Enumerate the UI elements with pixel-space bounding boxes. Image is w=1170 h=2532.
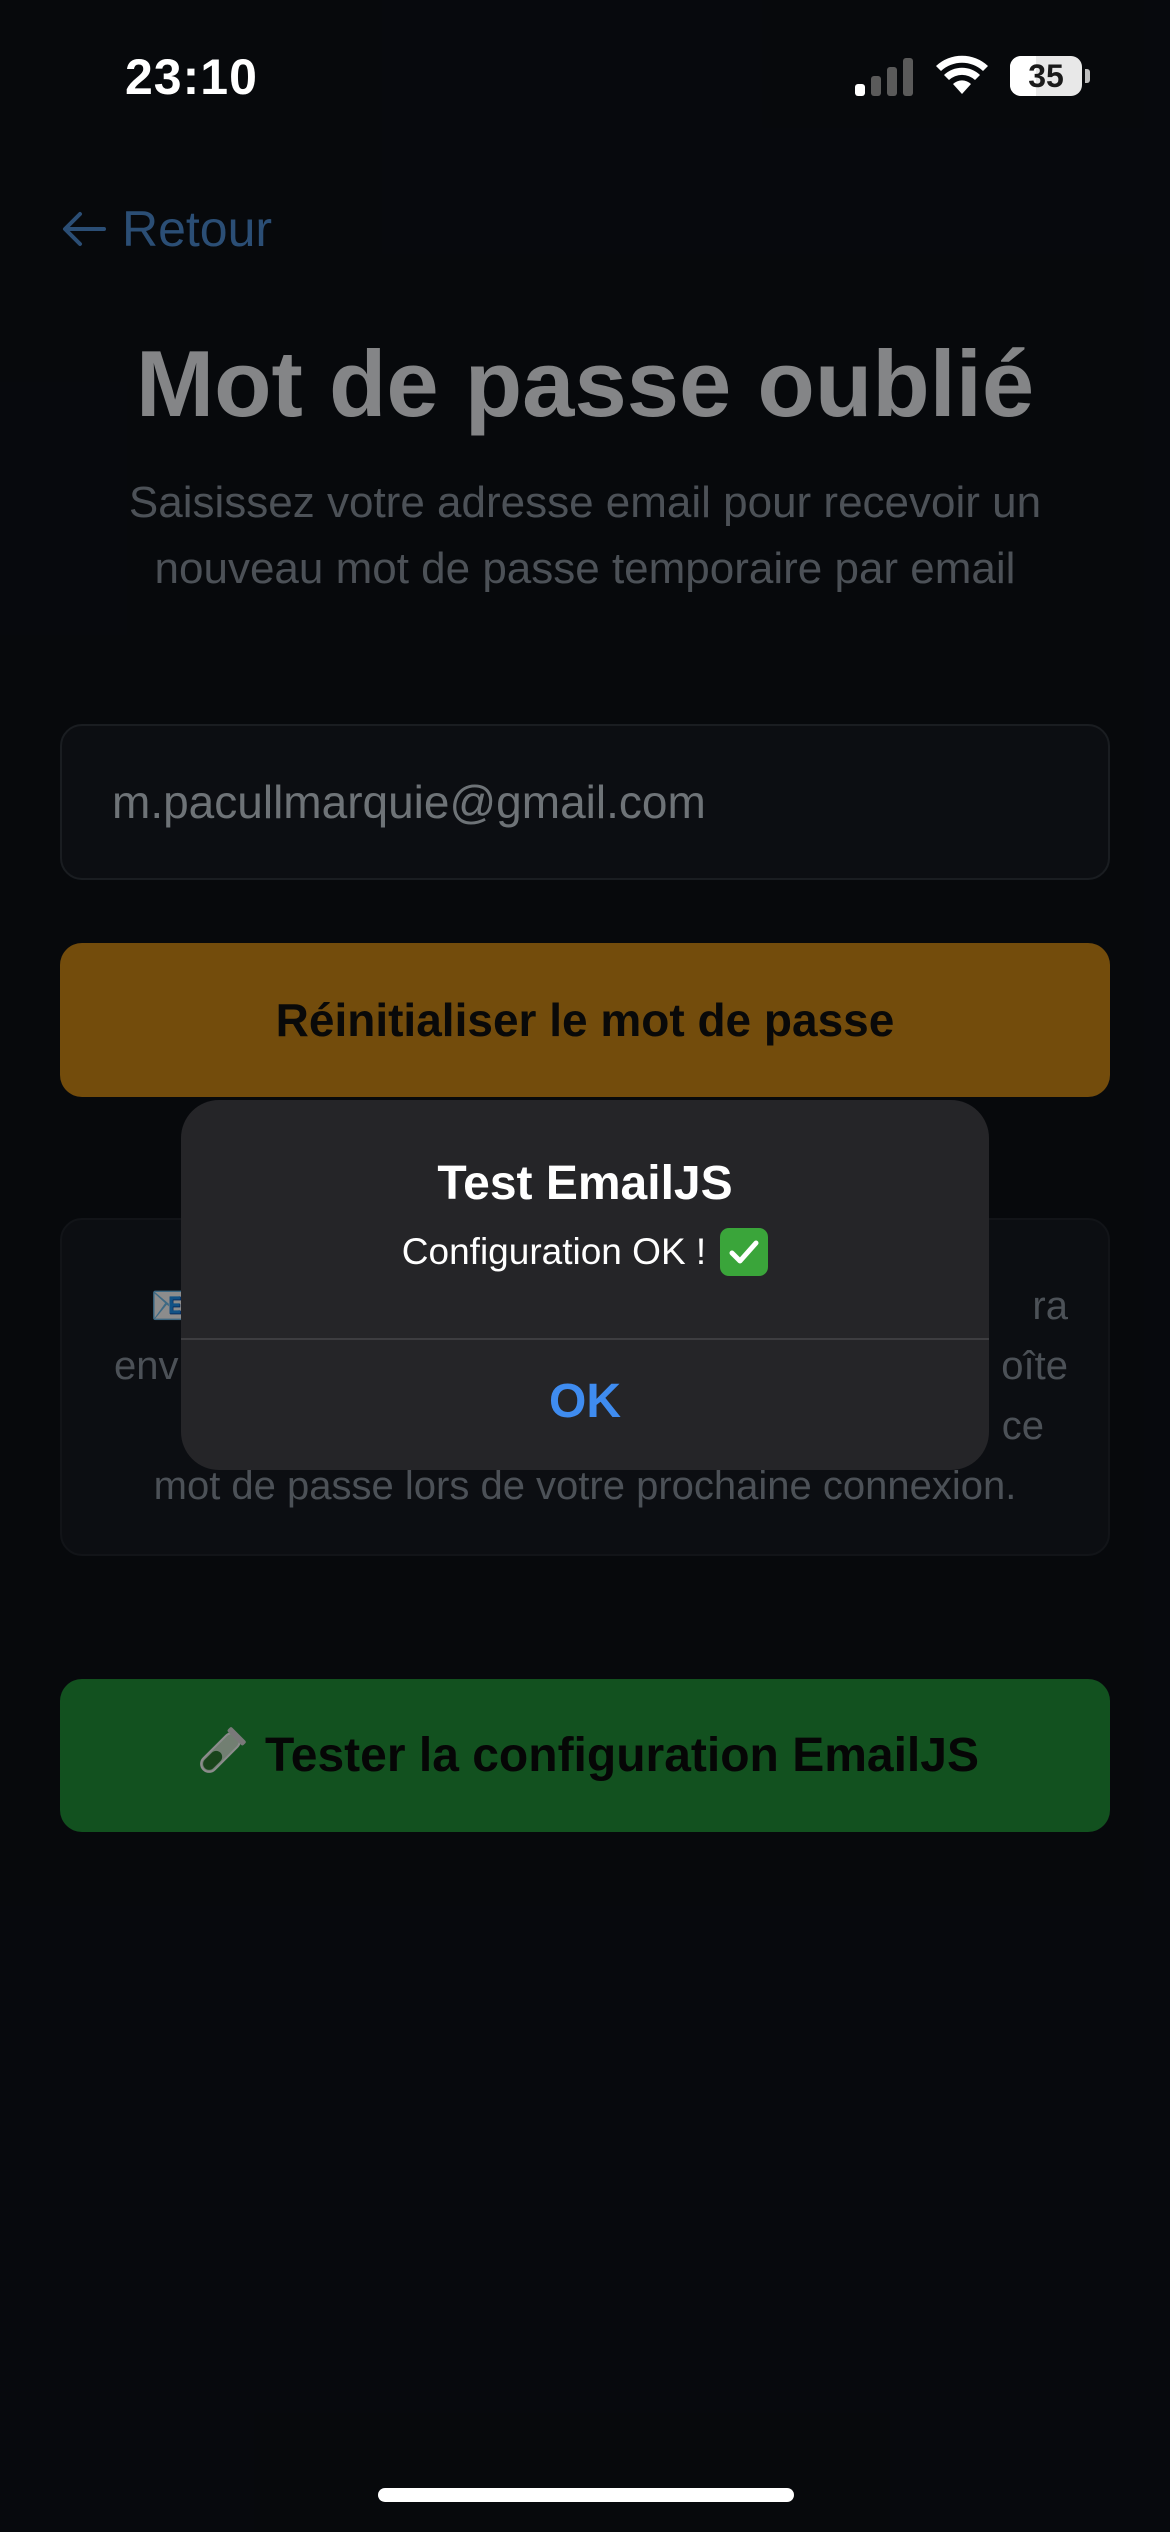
battery-icon: 35 (1010, 56, 1090, 96)
cellular-signal-icon (855, 58, 913, 96)
home-indicator[interactable] (378, 2488, 794, 2502)
alert-dialog: Test EmailJS Configuration OK ! OK (181, 1100, 989, 1470)
alert-title: Test EmailJS (437, 1157, 733, 1210)
battery-level: 35 (1028, 58, 1064, 94)
status-bar: 23:10 35 (0, 0, 1170, 150)
alert-message-text: Configuration OK ! (401, 1231, 707, 1272)
alert-message: Configuration OK ! (181, 1228, 989, 1276)
alert-ok-button[interactable]: OK (181, 1340, 989, 1470)
check-mark-icon (720, 1228, 769, 1276)
status-time: 23:10 (125, 49, 258, 105)
wifi-icon (936, 55, 988, 94)
